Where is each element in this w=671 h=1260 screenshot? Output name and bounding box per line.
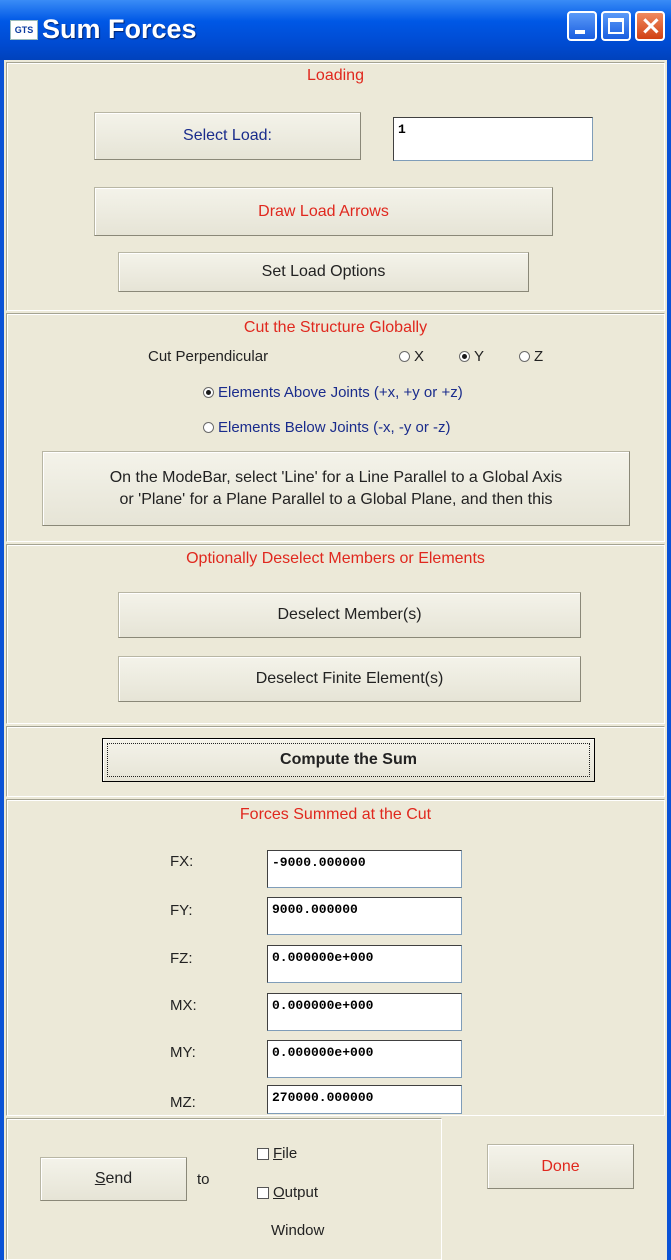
axis-z-radio[interactable]: Z — [519, 348, 543, 365]
define-cut-button[interactable]: On the ModeBar, select 'Line' for a Line… — [42, 451, 630, 526]
deselect-elements-button[interactable]: Deselect Finite Element(s) — [118, 656, 581, 702]
send-button[interactable]: Send — [40, 1157, 187, 1201]
title-bar[interactable]: GTS Sum Forces × — [0, 0, 671, 60]
send-mnemonic: S — [94, 1170, 106, 1187]
elements-below-radio-icon — [203, 422, 214, 433]
app-icon: GTS — [10, 20, 38, 40]
fz-label: FZ: — [170, 950, 193, 967]
deselect-heading: Optionally Deselect Members or Elements — [186, 550, 485, 567]
fx-value[interactable]: -9000.000000 — [267, 850, 462, 888]
select-load-button[interactable]: Select Load: — [94, 112, 361, 160]
compute-sum-button[interactable]: Compute the Sum — [102, 738, 595, 782]
compute-panel: Compute the Sum — [6, 726, 665, 797]
axis-x-radio[interactable]: X — [399, 348, 424, 365]
send-rest: end — [105, 1170, 133, 1187]
fy-value[interactable]: 9000.000000 — [267, 897, 462, 935]
axis-y-radio-icon — [459, 351, 470, 362]
maximize-button[interactable] — [601, 11, 631, 41]
mz-value[interactable]: 270000.000000 — [267, 1085, 462, 1114]
cut-heading: Cut the Structure Globally — [243, 319, 428, 336]
window-label: Window — [271, 1222, 325, 1239]
output-checkbox-icon — [257, 1186, 269, 1199]
results-heading: Forces Summed at the Cut — [239, 806, 432, 823]
elements-below-label: Elements Below Joints (-x, -y or -z) — [218, 419, 451, 436]
file-mnemonic: F — [273, 1145, 283, 1162]
send-panel: Send to File Output Window — [6, 1118, 442, 1260]
axis-y-radio[interactable]: Y — [459, 348, 484, 365]
load-number-input[interactable]: 1 — [393, 117, 593, 161]
define-cut-line1: On the ModeBar, select 'Line' for a Line… — [109, 468, 563, 486]
window-title: Sum Forces — [42, 14, 197, 44]
fy-label: FY: — [170, 902, 193, 919]
elements-above-radio[interactable]: Elements Above Joints (+x, +y or +z) — [203, 384, 463, 401]
output-window-checkbox[interactable]: Output — [257, 1184, 318, 1201]
axis-y-label: Y — [474, 348, 485, 365]
elements-above-label: Elements Above Joints (+x, +y or +z) — [218, 384, 463, 401]
fx-label: FX: — [170, 853, 194, 870]
file-checkbox[interactable]: File — [257, 1145, 297, 1162]
elements-above-radio-icon — [203, 387, 214, 398]
maximize-icon — [608, 18, 624, 34]
define-cut-line2: or 'Plane' for a Plane Parallel to a Glo… — [119, 490, 553, 508]
loading-panel: Loading Select Load: 1 Draw Load Arrows … — [6, 62, 665, 311]
my-value[interactable]: 0.000000e+000 — [267, 1040, 462, 1078]
results-panel: Forces Summed at the Cut FX: -9000.00000… — [6, 799, 665, 1116]
axis-x-radio-icon — [399, 351, 410, 362]
axis-z-radio-icon — [519, 351, 530, 362]
output-rest: utput — [284, 1184, 319, 1201]
output-mnemonic: O — [273, 1184, 285, 1201]
deselect-members-button[interactable]: Deselect Member(s) — [118, 592, 581, 638]
file-rest: ile — [282, 1145, 298, 1162]
minimize-button[interactable] — [567, 11, 597, 41]
mx-label: MX: — [170, 997, 197, 1014]
to-label: to — [197, 1171, 210, 1188]
axis-x-label: X — [414, 348, 425, 365]
mz-label: MZ: — [170, 1094, 196, 1111]
close-button[interactable]: × — [635, 11, 665, 41]
axis-z-label: Z — [534, 348, 544, 365]
close-icon: × — [640, 11, 662, 41]
cut-panel: Cut the Structure Globally Cut Perpendic… — [6, 313, 665, 542]
deselect-panel: Optionally Deselect Members or Elements … — [6, 544, 665, 724]
done-button[interactable]: Done — [487, 1144, 634, 1189]
minimize-icon — [575, 30, 585, 34]
sum-forces-window: GTS Sum Forces × Loading Select Load: 1 … — [0, 0, 671, 1260]
draw-load-arrows-button[interactable]: Draw Load Arrows — [94, 187, 553, 236]
my-label: MY: — [170, 1044, 196, 1061]
cut-perpendicular-label: Cut Perpendicular — [148, 348, 269, 365]
dialog-body: Loading Select Load: 1 Draw Load Arrows … — [4, 60, 667, 1260]
fz-value[interactable]: 0.000000e+000 — [267, 945, 462, 983]
set-load-options-button[interactable]: Set Load Options — [118, 252, 529, 292]
loading-heading: Loading — [307, 67, 364, 84]
file-checkbox-icon — [257, 1147, 269, 1160]
elements-below-radio[interactable]: Elements Below Joints (-x, -y or -z) — [203, 419, 451, 436]
mx-value[interactable]: 0.000000e+000 — [267, 993, 462, 1031]
